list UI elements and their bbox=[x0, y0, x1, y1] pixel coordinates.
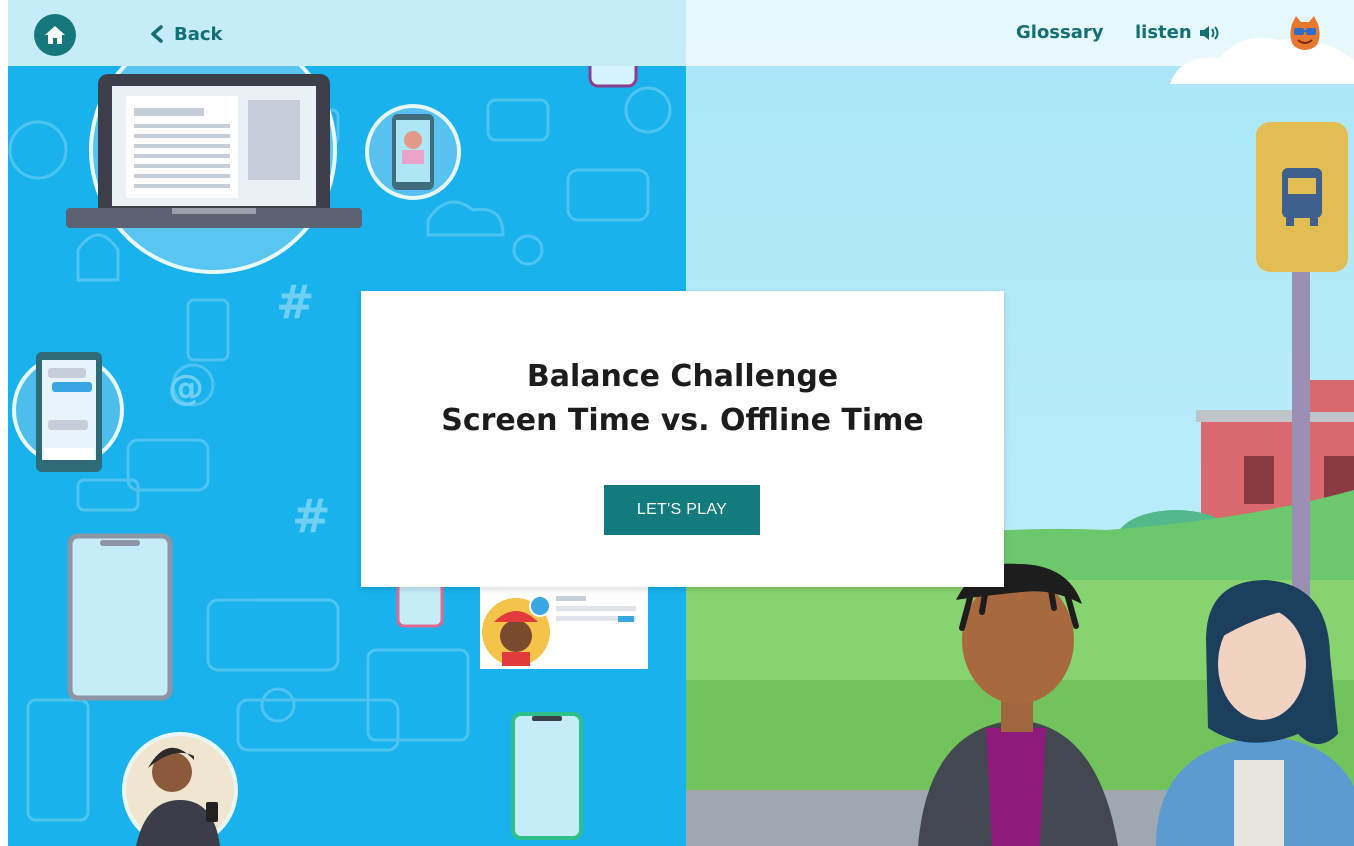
chevron-left-icon bbox=[151, 25, 163, 43]
lets-play-button[interactable]: LET'S PLAY bbox=[604, 485, 760, 535]
top-bar-left bbox=[8, 0, 686, 66]
svg-text:#: # bbox=[276, 275, 315, 329]
intro-modal: Balance Challenge Screen Time vs. Offlin… bbox=[361, 291, 1004, 587]
glossary-label: Glossary bbox=[1016, 22, 1104, 43]
listen-button[interactable]: listen bbox=[1135, 22, 1220, 43]
speaker-icon bbox=[1199, 25, 1219, 40]
svg-text:#: # bbox=[292, 489, 331, 543]
back-link[interactable]: Back bbox=[150, 20, 223, 48]
svg-text:@: @ bbox=[168, 368, 204, 409]
back-label: Back bbox=[174, 23, 223, 45]
bus-icon bbox=[1282, 168, 1322, 226]
home-button[interactable] bbox=[34, 14, 76, 56]
home-icon bbox=[45, 26, 65, 44]
glossary-link[interactable]: Glossary bbox=[1016, 22, 1104, 43]
modal-title-line2: Screen Time vs. Offline Time bbox=[441, 403, 924, 438]
modal-title: Balance Challenge Screen Time vs. Offlin… bbox=[361, 355, 1004, 443]
cat-avatar-icon[interactable] bbox=[1288, 14, 1322, 52]
modal-title-line1: Balance Challenge bbox=[526, 359, 839, 394]
listen-label: listen bbox=[1135, 22, 1192, 43]
